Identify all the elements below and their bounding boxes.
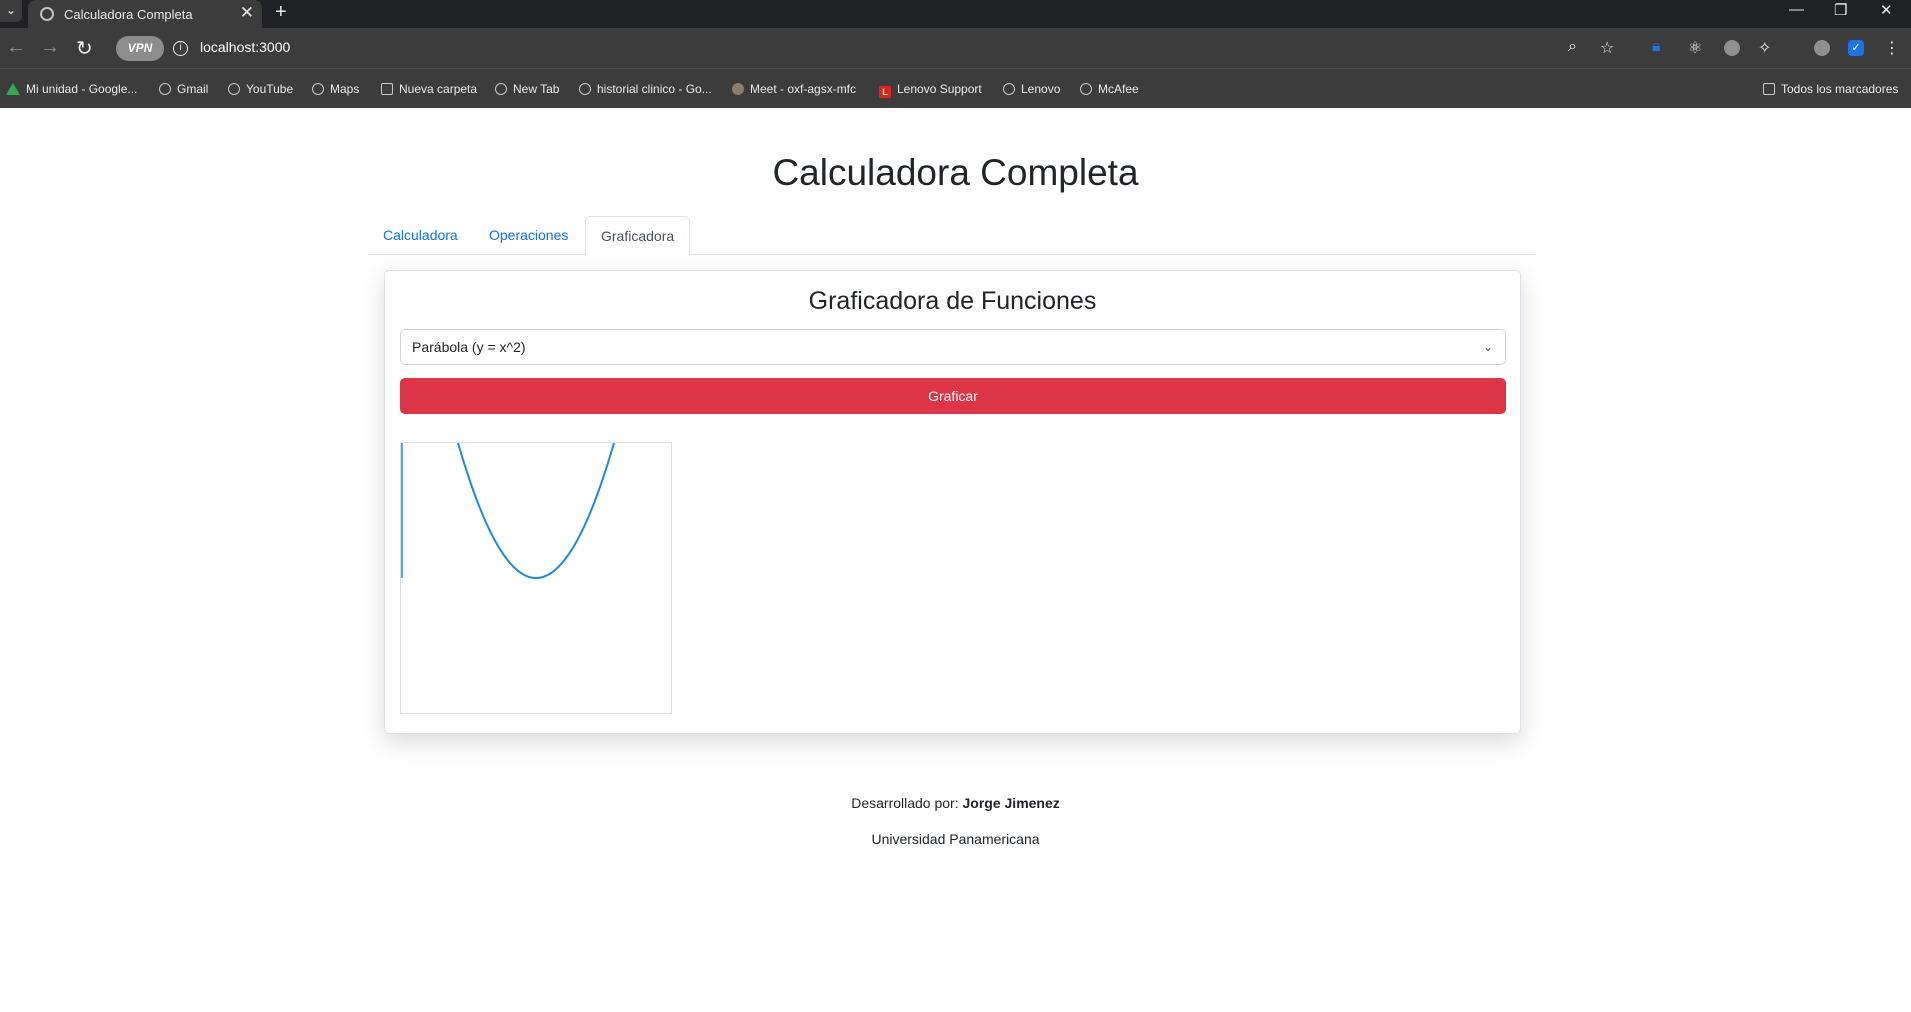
bookmark-label: Lenovo	[1021, 82, 1061, 96]
bookmark-label: historial clinico - Go...	[597, 82, 712, 96]
zoom-icon[interactable]: ⌕	[1568, 38, 1577, 56]
tab-title: Calculadora Completa	[64, 7, 193, 22]
graph-card: Graficadora de Funciones Parábola (y = x…	[384, 270, 1521, 734]
menu-icon[interactable]: ⋮	[1884, 38, 1900, 58]
bookmark-star-icon[interactable]: ☆	[1600, 38, 1614, 58]
browser-toolbar: ← → ↻ VPN i localhost:3000 ⌕ ☆ 🔒︎ ⚛ ✧ ✓ …	[0, 28, 1911, 68]
extensions-icon[interactable]: ✧	[1758, 38, 1771, 58]
tab-graficadora[interactable]: Graficadora	[585, 216, 691, 256]
tab-calculadora[interactable]: Calculadora	[368, 216, 473, 255]
plot-svg	[401, 442, 615, 580]
bookmark-item[interactable]: historial clinico - Go...	[579, 82, 712, 96]
graph-canvas	[400, 442, 672, 714]
globe-icon	[159, 83, 171, 95]
all-bookmarks-label: Todos los marcadores	[1781, 82, 1899, 96]
bookmark-item[interactable]: McAfee	[1080, 82, 1139, 96]
close-tab-icon[interactable]: ✕	[240, 3, 254, 23]
bookmark-label: McAfee	[1098, 82, 1139, 96]
vpn-badge[interactable]: VPN	[116, 36, 164, 61]
bookmark-label: YouTube	[246, 82, 294, 96]
bookmark-item[interactable]: YouTube	[228, 82, 293, 96]
bookmark-item[interactable]: Lenovo	[1003, 82, 1060, 96]
graph-button[interactable]: Graficar	[400, 378, 1506, 414]
bookmark-item[interactable]: Maps	[312, 82, 359, 96]
bookmark-item[interactable]: Nueva carpeta	[381, 82, 477, 96]
window-close-icon[interactable]: ✕	[1880, 1, 1893, 19]
react-extension-icon[interactable]: ⚛	[1688, 38, 1702, 58]
lenovo-icon: L	[879, 86, 891, 98]
footer-university: Universidad Panamericana	[871, 831, 1040, 847]
bookmark-label: Maps	[330, 82, 360, 96]
developed-by-label: Desarrollado por:	[851, 795, 959, 811]
minimize-icon[interactable]: —	[1789, 1, 1804, 18]
tab-search-button[interactable]: ⌄	[0, 0, 22, 22]
chevron-down-icon: ⌄	[1482, 340, 1493, 354]
bookmarks-bar: Mi unidad - Google... Gmail YouTube Maps…	[0, 68, 1911, 108]
function-select[interactable]: Parábola (y = x^2) ⌄	[400, 329, 1506, 365]
folder-icon	[381, 83, 393, 95]
footer-credit: Desarrollado por: Jorge Jimenez	[0, 795, 1911, 811]
bookmark-label: New Tab	[513, 82, 560, 96]
restore-icon[interactable]: ❐	[1834, 1, 1847, 19]
password-extension-icon[interactable]: 🔒︎	[1652, 38, 1661, 56]
main-tabs: Calculadora Operaciones Graficadora	[368, 216, 1535, 256]
bookmark-label: Gmail	[177, 82, 209, 96]
developer-name: Jorge Jimenez	[962, 795, 1060, 811]
bookmark-label: Meet - oxf-agsx-mfc	[750, 82, 857, 96]
globe-icon	[312, 83, 324, 95]
function-select-value: Parábola (y = x^2)	[412, 339, 526, 355]
bookmark-item[interactable]: Meet - oxf-agsx-mfc	[732, 82, 856, 96]
all-bookmarks-button[interactable]: Todos los marcadores	[1763, 82, 1898, 96]
bookmark-item[interactable]: New Tab	[495, 82, 559, 96]
drive-icon	[6, 83, 20, 95]
bookmark-label: Mi unidad - Google...	[26, 82, 138, 96]
globe-icon	[579, 83, 591, 95]
reload-icon[interactable]: ↻	[76, 36, 93, 61]
sync-badge-icon[interactable]: ✓	[1848, 40, 1864, 56]
card-title: Graficadora de Funciones	[808, 287, 1097, 315]
bookmark-item[interactable]: L Lenovo Support	[879, 82, 982, 98]
bookmark-item[interactable]: Mi unidad - Google...	[6, 82, 137, 96]
site-info-icon[interactable]: i	[173, 41, 188, 56]
meet-icon	[732, 83, 744, 95]
back-icon[interactable]: ←	[6, 36, 26, 59]
shield-extension-icon[interactable]	[1724, 40, 1740, 56]
address-bar[interactable]: localhost:3000	[200, 39, 290, 55]
profile-icon[interactable]	[1814, 40, 1830, 56]
bookmark-label: Lenovo Support	[897, 82, 982, 96]
globe-icon	[40, 7, 54, 21]
globe-icon	[228, 83, 240, 95]
tab-operaciones[interactable]: Operaciones	[474, 216, 583, 255]
parabola-curve	[457, 442, 615, 580]
browser-tab-strip: ⌄ Calculadora Completa ✕ + — ❐ ✕	[0, 0, 1911, 28]
bookmark-item[interactable]: Gmail	[159, 82, 208, 96]
bookmark-label: Nueva carpeta	[399, 82, 478, 96]
globe-icon	[1080, 83, 1092, 95]
globe-icon	[1003, 83, 1015, 95]
new-tab-button[interactable]: +	[275, 1, 287, 24]
forward-icon[interactable]: →	[40, 36, 60, 59]
page-title: Calculadora Completa	[772, 152, 1139, 193]
globe-icon	[495, 83, 507, 95]
browser-tab[interactable]: Calculadora Completa ✕	[28, 0, 262, 28]
folder-icon	[1763, 83, 1775, 95]
